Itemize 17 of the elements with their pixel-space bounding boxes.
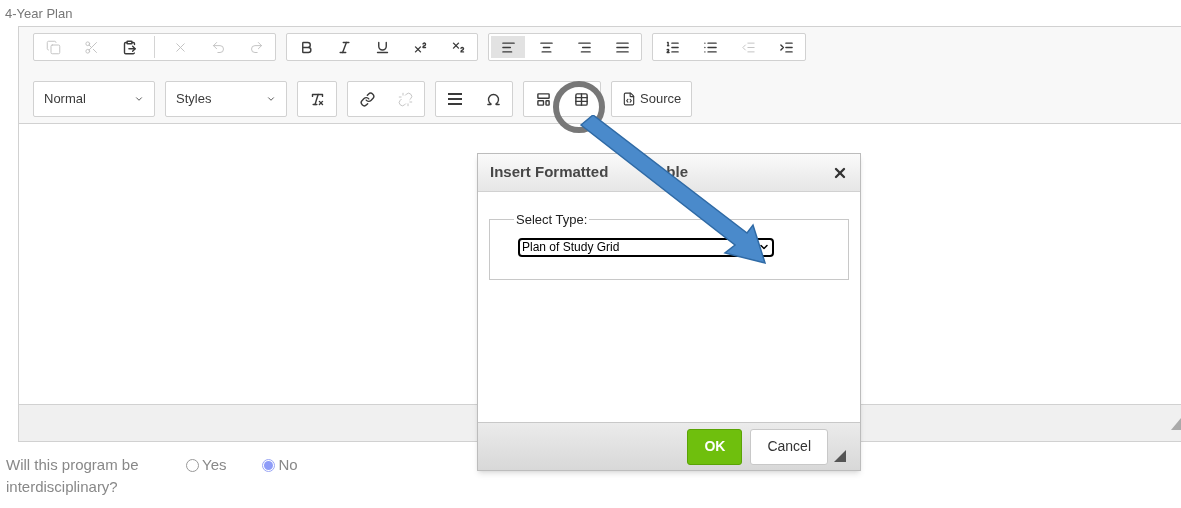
format-dropdown[interactable]: Styles: [168, 84, 284, 114]
resize-grip-icon: [834, 450, 846, 462]
dialog-title: Insert Formatted: [490, 162, 609, 183]
highlight-circle: [552, 80, 606, 134]
radio-option[interactable]: No: [262, 454, 298, 476]
format-dropdown[interactable]: Normal: [36, 84, 152, 114]
caret-icon: [266, 94, 276, 104]
field-label: 4-Year Plan: [4, 5, 74, 23]
resize-grip-icon: [1171, 418, 1181, 430]
document-code-icon: [622, 92, 636, 106]
caret-icon: [134, 94, 144, 104]
question-text: Will this program be interdisciplinary?: [6, 455, 140, 497]
radio-option[interactable]: Yes: [186, 454, 227, 476]
fieldset-legend: Select Type:: [514, 210, 590, 230]
cancel-button[interactable]: Cancel: [750, 428, 828, 465]
source-button[interactable]: Source: [614, 84, 690, 114]
horizontal-rule-icon: [448, 93, 462, 105]
